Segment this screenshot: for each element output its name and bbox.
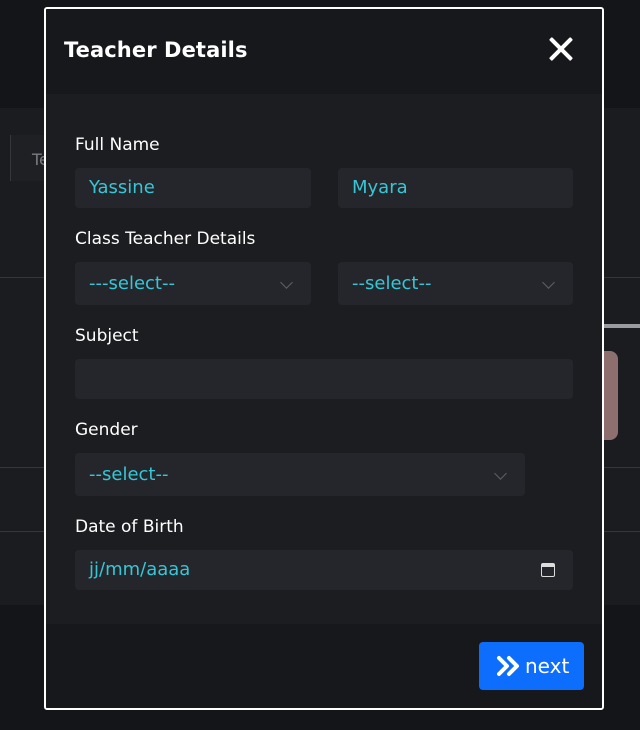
gender-select-value: --select-- xyxy=(89,464,169,485)
class-select-1-value: ---select-- xyxy=(89,273,175,294)
chevron-down-icon xyxy=(542,276,555,289)
subject-label: Subject xyxy=(75,326,139,346)
chevron-down-icon xyxy=(494,467,507,480)
first-name-field[interactable]: Yassine xyxy=(75,168,311,208)
last-name-field[interactable]: Myara xyxy=(338,168,573,208)
full-name-label: Full Name xyxy=(75,135,160,155)
next-button[interactable]: next xyxy=(479,642,584,690)
chevron-down-icon xyxy=(280,276,293,289)
background-bar xyxy=(600,324,640,328)
double-chevron-right-icon xyxy=(497,656,519,676)
close-icon[interactable] xyxy=(548,36,574,62)
dob-placeholder: jj/mm/aaaa xyxy=(89,559,191,580)
teacher-details-modal: Teacher Details Full Name Yassine Myara … xyxy=(44,7,604,710)
class-select-1[interactable]: ---select-- xyxy=(75,262,311,305)
next-button-label: next xyxy=(525,654,570,678)
calendar-icon[interactable] xyxy=(541,563,555,577)
class-select-2-value: --select-- xyxy=(352,273,432,294)
gender-label: Gender xyxy=(75,420,138,440)
date-of-birth-field[interactable]: jj/mm/aaaa xyxy=(75,550,573,590)
modal-title: Teacher Details xyxy=(64,38,248,62)
dob-label: Date of Birth xyxy=(75,517,184,537)
gender-select[interactable]: --select-- xyxy=(75,453,525,496)
modal-header: Teacher Details xyxy=(46,9,602,94)
subject-field[interactable] xyxy=(75,359,573,399)
class-select-2[interactable]: --select-- xyxy=(338,262,573,305)
class-teacher-label: Class Teacher Details xyxy=(75,229,256,249)
